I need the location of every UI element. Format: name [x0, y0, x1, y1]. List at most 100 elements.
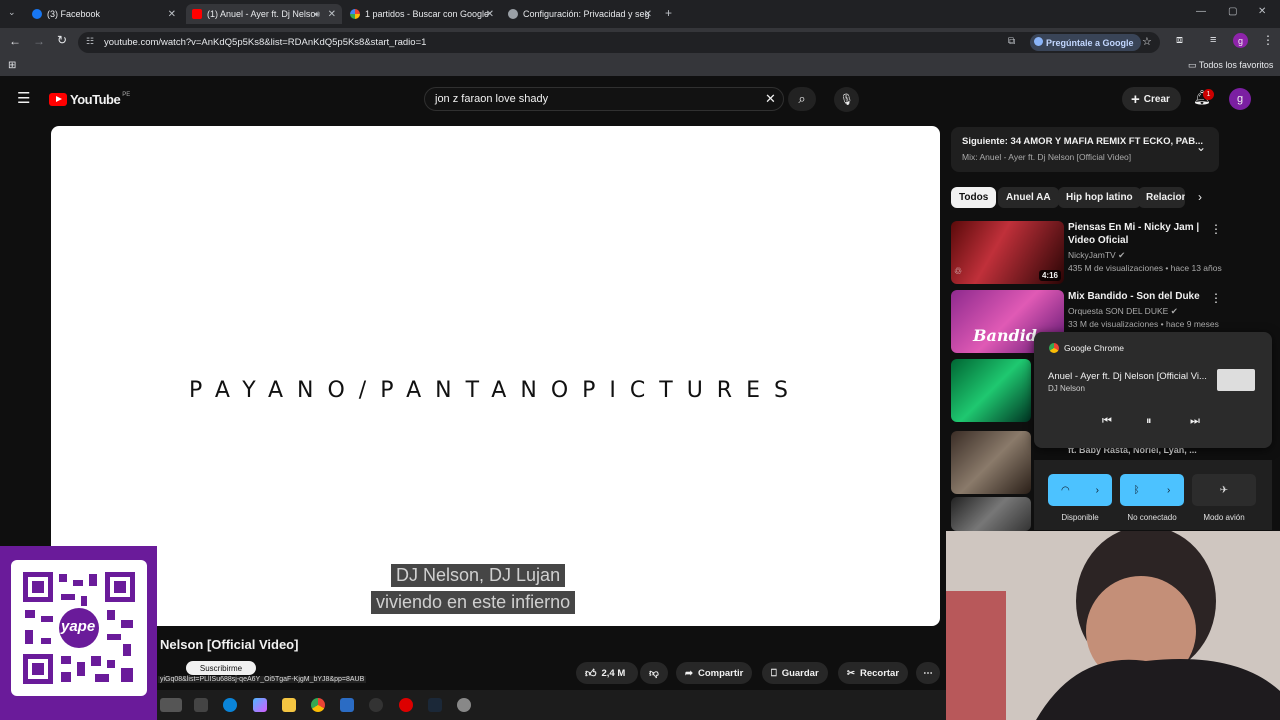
up-next-panel[interactable]: Siguiente: 34 AMOR Y MAFIA REMIX FT ECKO… [951, 127, 1219, 172]
tab-settings[interactable]: Configuración: Privacidad y seg ✕ [502, 4, 658, 24]
rec-channel[interactable]: NickyJamTV ✔︎ [1068, 250, 1125, 261]
previous-track-icon[interactable]: ⏮︎ [1102, 415, 1112, 428]
browser-toolbar: ← → ↻ ☷ youtube.com/watch?v=AnKdQ5p5Ks8&… [0, 28, 1280, 56]
close-icon[interactable]: ✕ [168, 9, 176, 20]
close-icon[interactable]: ✕ [644, 9, 652, 20]
chip-hip-hop-latino[interactable]: Hip hop latino [1058, 187, 1141, 208]
chips-next-chevron-icon[interactable]: › [1198, 190, 1202, 204]
chip-todos[interactable]: Todos [951, 187, 997, 208]
minimize-icon[interactable]: — [1196, 6, 1206, 17]
rec-title-line2[interactable]: Video Oficial [1068, 234, 1128, 247]
store-icon[interactable] [340, 698, 354, 712]
video-thumbnail[interactable] [951, 497, 1031, 531]
youtube-wordmark: YouTube [70, 92, 121, 107]
more-options-icon[interactable]: ⋮ [1210, 291, 1222, 305]
clear-search-icon[interactable]: ✕ [765, 91, 776, 107]
apps-grid-icon[interactable]: ⊞ [8, 60, 16, 71]
youtube-logo[interactable]: YouTube PE [49, 92, 130, 107]
subscribe-button[interactable]: Suscribirme [186, 661, 256, 675]
steam-icon[interactable] [428, 698, 442, 712]
ask-google-button[interactable]: Pregúntale a Google [1030, 34, 1141, 51]
scissors-icon: ✂︎ [847, 667, 855, 679]
weather-icon[interactable] [160, 698, 182, 712]
audio-icon[interactable]: 🔊︎ [314, 9, 320, 20]
airplane-icon: ✈︎ [1219, 484, 1229, 496]
chip-anuel-aa[interactable]: Anuel AA [998, 187, 1059, 208]
more-options-icon[interactable]: ⋮ [1210, 222, 1222, 236]
more-actions-button[interactable]: ⋯ [916, 662, 940, 684]
rec-channel[interactable]: Orquesta SON DEL DUKE ✔︎ [1068, 306, 1178, 317]
opera-icon[interactable] [399, 698, 413, 712]
bluetooth-label: No conectado [1127, 513, 1177, 522]
reload-icon[interactable]: ↻ [57, 33, 67, 47]
edge-icon[interactable] [223, 698, 237, 712]
tab-google-search[interactable]: 1 partidos - Buscar con Google ✕ [344, 4, 500, 24]
chip-relacionados[interactable]: Relacion [1138, 187, 1185, 208]
video-thumbnail[interactable] [951, 431, 1031, 494]
install-icon[interactable]: ⧉ [1008, 36, 1015, 47]
search-input[interactable]: jon z faraon love shady ✕ [424, 87, 784, 111]
chevron-right-icon[interactable]: › [1096, 485, 1099, 496]
forward-icon[interactable]: → [33, 34, 45, 48]
bookmark-icon: ⎕ [771, 667, 777, 679]
like-button[interactable]: 👍︎ 2,4 M [576, 662, 638, 684]
voice-search-button[interactable]: 🎙︎ [834, 87, 859, 112]
yape-logo: yape [61, 618, 96, 635]
bookmark-star-icon[interactable]: ☆ [1142, 35, 1152, 48]
chevron-down-icon[interactable]: ⌄ [1196, 140, 1206, 154]
media-app-name: Google Chrome [1064, 343, 1125, 353]
maximize-icon[interactable]: ▢ [1228, 6, 1237, 17]
browser-tab-strip: ⌄ (3) Facebook ✕ (1) Anuel - Ayer ft. Dj… [0, 0, 1280, 28]
menu-kebab-icon[interactable]: ⋮ [1262, 33, 1274, 47]
chevron-right-icon[interactable]: › [1167, 485, 1170, 496]
rec-title-line1[interactable]: Mix Bandido - Son del Duke [1068, 290, 1200, 303]
close-window-icon[interactable]: ✕ [1258, 6, 1266, 17]
hamburger-menu-icon[interactable]: ☰ [17, 89, 30, 107]
create-label: Crear [1143, 93, 1170, 105]
create-button[interactable]: + Crear [1122, 87, 1181, 111]
media-artist: DJ Nelson [1048, 384, 1085, 393]
dislike-button[interactable]: 👎︎ [640, 662, 668, 684]
video-player[interactable]: PAYANO/PANTANOPICTURES DJ Nelson, DJ Luj… [51, 126, 940, 626]
account-avatar[interactable]: g [1229, 88, 1251, 110]
chrome-icon [1049, 343, 1059, 353]
file-explorer-icon[interactable] [282, 698, 296, 712]
bookmarks-bar: ⊞ ▭ Todos los favoritos [0, 56, 1280, 76]
share-icon: ➦ [685, 667, 693, 679]
site-info-icon[interactable]: ☷ [86, 36, 94, 47]
search-button[interactable]: ⌕ [788, 87, 816, 111]
settings-icon[interactable] [457, 698, 471, 712]
clip-button[interactable]: ✂︎ Recortar [838, 662, 909, 684]
pause-icon[interactable]: ⏸︎ [1146, 415, 1152, 428]
bluetooth-toggle[interactable]: ᛒ › [1120, 474, 1184, 506]
gear-icon [508, 9, 518, 19]
tab-facebook[interactable]: (3) Facebook ✕ [26, 4, 182, 24]
save-button[interactable]: ⎕ Guardar [762, 662, 828, 684]
new-tab-icon[interactable]: + [665, 6, 672, 20]
extensions-icon[interactable]: ⧈ [1176, 34, 1183, 47]
reading-list-icon[interactable]: ≡ [1210, 34, 1216, 46]
tab-search-chevron-icon[interactable]: ⌄ [8, 7, 16, 18]
airplane-mode-toggle[interactable]: ✈︎ [1192, 474, 1256, 506]
address-bar[interactable]: ☷ youtube.com/watch?v=AnKdQ5p5Ks8&list=R… [78, 32, 1160, 53]
profile-avatar[interactable]: g [1233, 33, 1248, 48]
clip-label: Recortar [859, 667, 900, 679]
rec-title-line1[interactable]: Piensas En Mi - Nicky Jam | [1068, 221, 1199, 234]
video-thumbnail[interactable] [951, 359, 1031, 422]
copilot-icon[interactable] [253, 698, 267, 712]
tab-youtube[interactable]: (1) Anuel - Ayer ft. Dj Nelso 🔊︎ ✕ [186, 4, 342, 24]
close-icon[interactable]: ✕ [486, 9, 494, 20]
yape-qr-overlay: yape [0, 546, 157, 720]
up-next-title: Siguiente: 34 AMOR Y MAFIA REMIX FT ECKO… [962, 136, 1204, 147]
back-icon[interactable]: ← [9, 34, 21, 48]
wifi-toggle[interactable]: ◠ › [1048, 474, 1112, 506]
all-bookmarks[interactable]: ▭ Todos los favoritos [1188, 60, 1273, 71]
next-track-icon[interactable]: ⏭︎ [1190, 415, 1200, 428]
video-thumbnail[interactable]: ♲ 4:16 [951, 221, 1064, 284]
close-icon[interactable]: ✕ [328, 9, 336, 20]
youtube-icon [192, 9, 202, 19]
chrome-icon[interactable] [311, 698, 325, 712]
app-icon[interactable] [369, 698, 383, 712]
share-button[interactable]: ➦ Compartir [676, 662, 753, 684]
task-view-icon[interactable] [194, 698, 208, 712]
